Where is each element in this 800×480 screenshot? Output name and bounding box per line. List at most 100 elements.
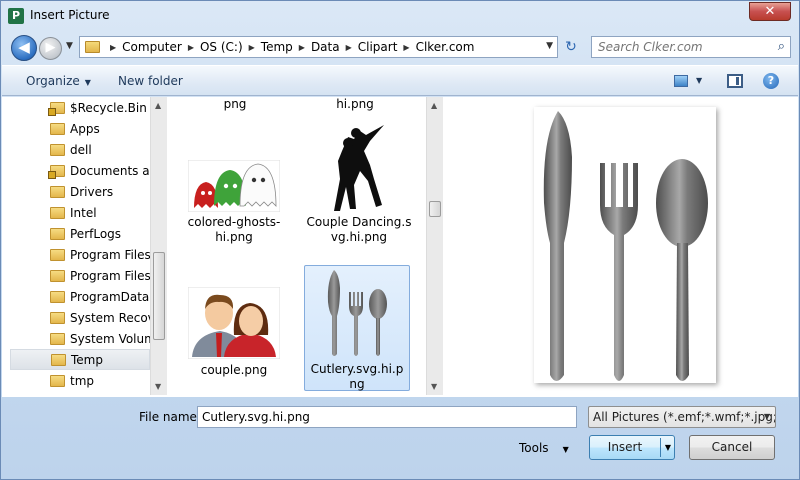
sidebar-item-system-volume[interactable]: System Volume (10, 328, 150, 349)
forward-button[interactable]: ▶ (39, 37, 62, 60)
file-item-partial-1[interactable]: png (208, 97, 262, 112)
locked-folder-icon (48, 164, 65, 179)
insert-button[interactable]: Insert ▼ (589, 435, 675, 460)
file-item-couple-dancing[interactable]: Couple Dancing.svg.hi.png (304, 121, 414, 261)
preview-pane-toggle-icon[interactable] (727, 74, 743, 88)
insert-options-dropdown[interactable]: ▼ (665, 436, 671, 459)
chevron-down-icon: ▼ (562, 445, 569, 454)
couple-dancing-thumbnail (326, 121, 386, 214)
preview-pane (444, 97, 798, 395)
back-button[interactable]: ◀ (11, 35, 37, 61)
file-item-colored-ghosts[interactable]: colored-ghosts-hi.png (184, 160, 284, 250)
folder-icon (50, 143, 65, 156)
search-icon[interactable]: ⌕ (778, 39, 785, 54)
sidebar-item-label: Program Files (70, 247, 150, 262)
locked-folder-icon (48, 101, 65, 116)
sidebar-item-temp[interactable]: Temp (10, 349, 150, 370)
breadcrumb-separator[interactable]: ▶ (299, 43, 305, 52)
file-item-partial-2[interactable]: hi.png (328, 97, 382, 112)
file-name: couple.png (200, 363, 268, 377)
breadcrumb-clipart[interactable]: Clipart (358, 40, 398, 54)
file-name: colored-ghosts-hi.png (187, 215, 281, 244)
breadcrumb-separator[interactable]: ▶ (110, 43, 116, 52)
app-icon-letter: P (11, 9, 21, 22)
sidebar-item-recycle-bin[interactable]: $Recycle.Bin (10, 97, 150, 118)
breadcrumb-separator[interactable]: ▶ (188, 43, 194, 52)
scroll-down-icon[interactable]: ▼ (155, 382, 161, 391)
sidebar-item-label: dell (70, 142, 92, 157)
breadcrumb-temp[interactable]: Temp (261, 40, 293, 54)
sidebar-item-programdata[interactable]: ProgramData (10, 286, 150, 307)
content-area: $Recycle.Bin Apps dell Documents an Driv… (2, 97, 798, 397)
folder-icon (50, 332, 65, 345)
view-options-dropdown[interactable]: ▼ (696, 76, 702, 85)
sidebar-item-intel[interactable]: Intel (10, 202, 150, 223)
cutlery-preview (543, 111, 708, 381)
file-list: png hi.png colored-ghosts-hi.png Couple … (168, 97, 426, 395)
folder-icon (50, 374, 65, 387)
preview-image (534, 107, 716, 383)
folder-icon (51, 353, 66, 366)
address-dropdown-icon[interactable]: ▼ (546, 41, 553, 51)
sidebar-item-program-files-x86[interactable]: Program Files ( (10, 265, 150, 286)
search-box[interactable]: ⌕ (591, 36, 791, 58)
couple-thumbnail (188, 287, 280, 359)
file-name-field[interactable] (197, 406, 577, 428)
file-name: Couple Dancing.svg.hi.png (306, 215, 412, 244)
organize-button[interactable]: Organize ▼ (26, 74, 91, 88)
folder-icon (50, 269, 65, 282)
change-view-icon[interactable] (674, 75, 688, 87)
search-input[interactable] (592, 37, 767, 57)
sidebar-item-perflogs[interactable]: PerfLogs (10, 223, 150, 244)
sidebar-item-drivers[interactable]: Drivers (10, 181, 150, 202)
file-type-value: All Pictures (*.emf;*.wmf;*.jpg;* (593, 410, 776, 424)
scroll-up-icon[interactable]: ▲ (155, 101, 161, 110)
refresh-icon[interactable]: ↻ (560, 36, 582, 58)
navigation-pane-scrollbar[interactable]: ▲ ▼ (150, 97, 167, 395)
scroll-down-icon[interactable]: ▼ (431, 382, 437, 391)
sidebar-item-system-recovery[interactable]: System Recove (10, 307, 150, 328)
breadcrumb-separator[interactable]: ▶ (403, 43, 409, 52)
publisher-app-icon: P (8, 8, 24, 24)
file-item-cutlery[interactable]: Cutlery.svg.hi.png (304, 265, 410, 391)
file-name: hi.png (336, 97, 374, 111)
sidebar-item-label: Temp (71, 352, 103, 367)
scrollbar-thumb[interactable] (153, 252, 165, 340)
sidebar-item-label: tmp (70, 373, 95, 388)
new-folder-button[interactable]: New folder (118, 74, 183, 88)
sidebar-item-label: ProgramData (70, 289, 150, 304)
sidebar-item-label: Drivers (70, 184, 114, 199)
recent-locations-dropdown[interactable]: ▼ (66, 41, 73, 51)
folder-icon (50, 311, 65, 324)
sidebar-item-program-files[interactable]: Program Files (10, 244, 150, 265)
breadcrumb-separator[interactable]: ▶ (346, 43, 352, 52)
file-name: Cutlery.svg.hi.png (310, 362, 404, 391)
breadcrumb-separator[interactable]: ▶ (249, 43, 255, 52)
tools-label: Tools (519, 441, 549, 455)
file-name-input[interactable] (198, 407, 558, 427)
help-icon[interactable]: ? (763, 73, 779, 89)
address-bar[interactable]: ▶ Computer ▶ OS (C:) ▶ Temp ▶ Data ▶ Cli… (79, 36, 558, 58)
sidebar-item-apps[interactable]: Apps (10, 118, 150, 139)
tools-button[interactable]: Tools ▼ (519, 441, 569, 455)
sidebar-item-documents[interactable]: Documents an (10, 160, 150, 181)
file-type-select[interactable]: All Pictures (*.emf;*.wmf;*.jpg;* ▼ (588, 406, 776, 428)
folder-icon (50, 206, 65, 219)
organize-label: Organize (26, 74, 80, 88)
cancel-button[interactable]: Cancel (689, 435, 775, 460)
file-item-couple[interactable]: couple.png (184, 287, 284, 383)
folder-icon (50, 290, 65, 303)
sidebar-item-tmp[interactable]: tmp (10, 370, 150, 391)
breadcrumb-data[interactable]: Data (311, 40, 340, 54)
file-list-scrollbar[interactable]: ▲ ▼ (426, 97, 443, 395)
command-bar: Organize ▼ New folder ▼ ? (2, 65, 798, 96)
breadcrumb-clker[interactable]: Clker.com (416, 40, 475, 54)
colored-ghosts-thumbnail (188, 160, 280, 212)
chevron-down-icon: ▼ (763, 412, 770, 421)
close-button[interactable]: ✕ (749, 2, 791, 21)
sidebar-item-dell[interactable]: dell (10, 139, 150, 160)
breadcrumb-os-c[interactable]: OS (C:) (200, 40, 243, 54)
scrollbar-thumb[interactable] (429, 201, 441, 217)
scroll-up-icon[interactable]: ▲ (431, 101, 437, 110)
breadcrumb-computer[interactable]: Computer (122, 40, 182, 54)
